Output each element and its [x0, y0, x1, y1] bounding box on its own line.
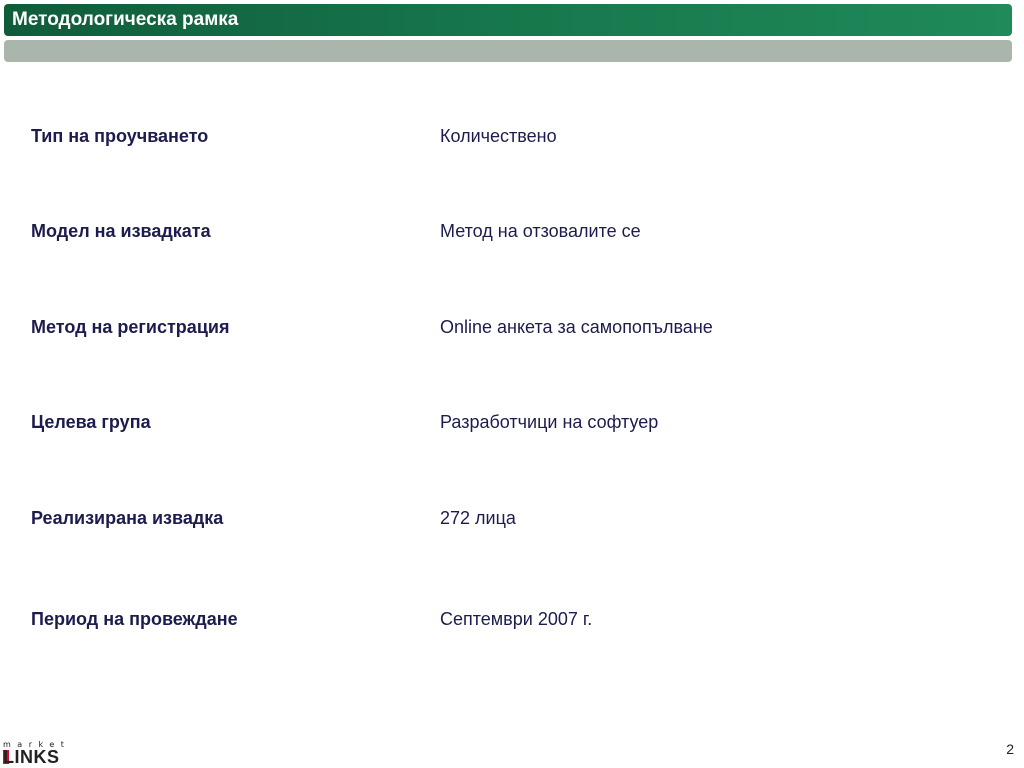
row-label: Реализирана извадка [31, 508, 224, 528]
row-value: Септември 2007 г. [440, 609, 593, 629]
row-label: Тип на проучването [31, 126, 209, 146]
row-label: Модел на извадката [31, 221, 211, 241]
row-value: Метод на отзовалите се [440, 221, 641, 241]
row-value: Online анкета за самопопълване [440, 317, 713, 337]
info-row-study-type: Тип на проучването Количествено [0, 121, 1024, 151]
info-row-registration-method: Метод на регистрация Online анкета за са… [0, 312, 1024, 342]
row-label: Целева група [31, 412, 151, 432]
market-links-logo: market LINKS [3, 740, 83, 766]
info-row-realized-sample: Реализирана извадка 272 лица [0, 503, 1024, 533]
title-bar: Методологическа рамка [4, 4, 1012, 36]
slide-title: Методологическа рамка [12, 9, 239, 30]
row-value: Разработчици на софтуер [440, 412, 659, 432]
info-row-target-group: Целева група Разработчици на софтуер [0, 407, 1024, 437]
logo-bottom-text: LINKS [3, 747, 60, 767]
subtitle-bar [4, 40, 1012, 62]
row-label: Метод на регистрация [31, 317, 230, 337]
row-value: Количествено [440, 126, 557, 146]
row-label: Период на провеждане [31, 609, 238, 629]
row-value: 272 лица [440, 508, 516, 528]
page-number: 2 [1006, 741, 1014, 757]
slide: Методологическа рамка Тип на проучването… [0, 0, 1024, 768]
info-row-sample-model: Модел на извадката Метод на отзовалите с… [0, 216, 1024, 246]
info-row-period: Период на провеждане Септември 2007 г. [0, 604, 1024, 634]
